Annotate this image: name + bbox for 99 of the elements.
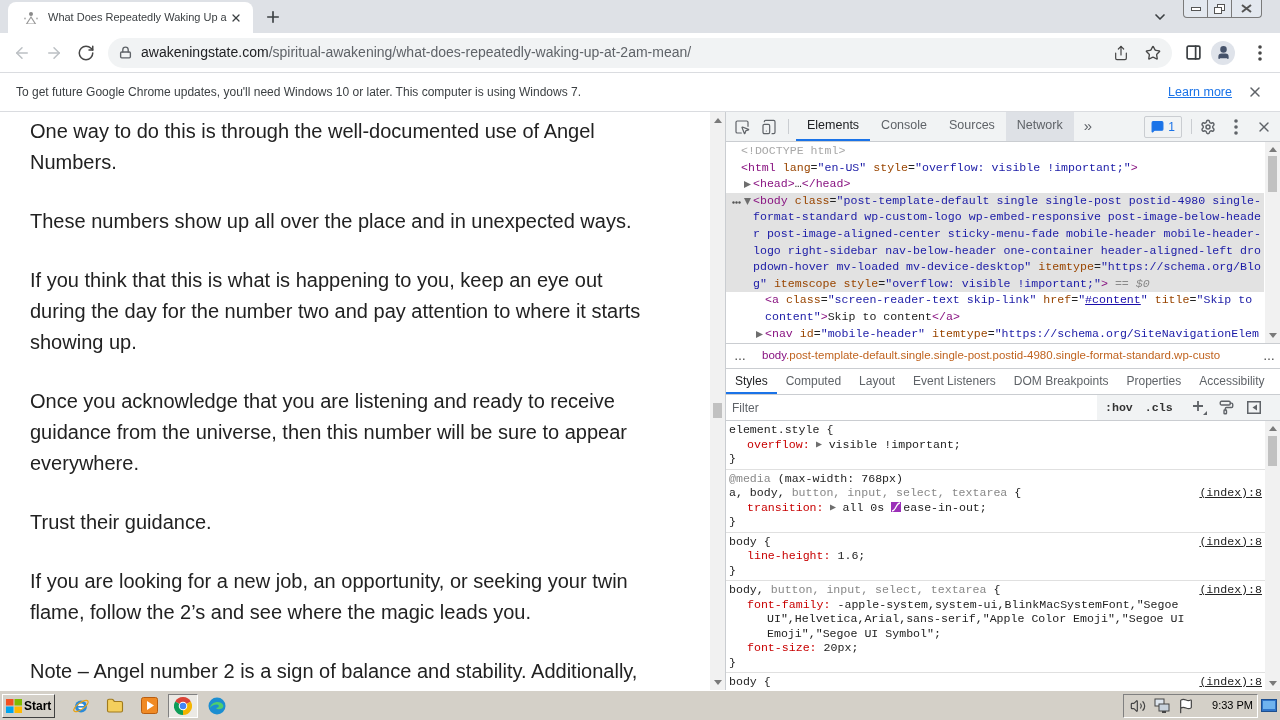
- desktop-icon: [1261, 699, 1277, 712]
- scrollbar-thumb[interactable]: [713, 403, 722, 418]
- css-declaration[interactable]: line-height: 1.6;: [729, 549, 1262, 564]
- expand-triangle-icon: [815, 440, 822, 448]
- close-icon: [1241, 4, 1252, 13]
- devtools-tab[interactable]: Console: [870, 112, 938, 141]
- person-silhouette-icon: [1215, 45, 1231, 60]
- more-tabs-button[interactable]: »: [1077, 112, 1099, 141]
- close-window-button[interactable]: [1232, 0, 1262, 18]
- browser-tab[interactable]: What Does Repeatedly Waking Up a: [8, 2, 253, 33]
- css-declaration[interactable]: font-family: -apple-system,system-ui,BlinkMacSystemFont,"Segoe UI",Helvetica,Arial,sans-serif,"Apple Color Emoji","Segoe UI Emoji","Segoe UI Symbol";: [729, 597, 1262, 641]
- scroll-up-arrow-icon: [1268, 147, 1277, 152]
- scroll-down-arrow-icon: [713, 680, 722, 685]
- close-infobar-button[interactable]: [1247, 84, 1263, 100]
- scroll-down-arrow-icon: [1268, 681, 1277, 686]
- share-icon: [1113, 44, 1129, 61]
- scroll-down-arrow-icon: [1268, 333, 1277, 338]
- source-link[interactable]: (index):8: [1199, 534, 1262, 549]
- article-paragraph: Trust their guidance.: [30, 510, 213, 535]
- phone-tablet-icon: [761, 118, 777, 135]
- css-selector[interactable]: element.style {: [729, 423, 834, 438]
- scroll-up-arrow-icon: [713, 118, 722, 123]
- css-selector[interactable]: body, button, input, select, textarea {: [729, 583, 1001, 598]
- play-tile-icon: [140, 697, 158, 714]
- closing-brace: }: [729, 452, 736, 467]
- issues-button[interactable]: 1: [1144, 115, 1182, 138]
- breadcrumb-scroll-button[interactable]: …: [1258, 344, 1280, 368]
- sidebar-tab[interactable]: Properties: [1117, 369, 1191, 394]
- expand-triangle-icon: [829, 503, 836, 511]
- sidebar-tab[interactable]: Event Listeners: [904, 369, 1005, 394]
- article-paragraph: If you are looking for a new job, an opportunity, or seeking your twin flame, follow the 2’s and see where the magic leads you.: [30, 569, 629, 625]
- article-paragraph: Note – Angel number 2 is a sign of balance and stability. Additionally,: [30, 659, 639, 684]
- lock-icon: [119, 46, 132, 59]
- easing-curve-swatch-icon[interactable]: [891, 501, 902, 512]
- settings-icon: [1200, 118, 1216, 135]
- source-link[interactable]: (index):8: [1199, 583, 1262, 598]
- devtools-tab[interactable]: Elements: [796, 112, 871, 141]
- scroll-up-arrow-icon: [1268, 426, 1277, 431]
- close-icon: [1247, 84, 1263, 100]
- window-flag-icon: [6, 698, 22, 713]
- restore-button[interactable]: [1208, 0, 1232, 18]
- restore-icon: [1214, 3, 1225, 14]
- speaker-icon[interactable]: [1130, 697, 1147, 714]
- paint-roller-icon: [1219, 400, 1235, 415]
- css-selector[interactable]: body {: [729, 675, 771, 690]
- devtools-tab[interactable]: Network: [1005, 112, 1074, 141]
- infobar-message: To get future Google Chrome updates, you'll need Windows 10 or later. This computer is using Windows 7.: [16, 84, 582, 101]
- filter-toggle-button[interactable]: .cls: [1140, 397, 1177, 418]
- browser-icon: [174, 696, 193, 715]
- address-bar[interactable]: awakeningstate.com/spiritual-awakening/what-does-repeatedly-waking-up-at-2am-mean/: [108, 37, 1172, 68]
- article-paragraph: Once you acknowledge that you are listening and ready to receive guidance from the universe, then this number will be sure to appear everywhere.: [30, 389, 628, 476]
- menu-icon: [1258, 44, 1262, 61]
- site-favicon-icon: [24, 11, 38, 24]
- devtools-tab[interactable]: Sources: [938, 112, 1006, 141]
- start-button[interactable]: Start: [2, 693, 56, 718]
- message-icon: [1151, 120, 1165, 133]
- breadcrumb-scroll-button[interactable]: …: [726, 344, 754, 368]
- article-paragraph: If you think that this is what is happening to you, keep an eye out during the day for the number two and pay attention to where it starts showing up.: [30, 268, 642, 355]
- flag-icon[interactable]: [1178, 697, 1195, 714]
- breadcrumb-item[interactable]: body.post-template-default.single.single-post.postid-4980.single-format-standard.wp-custo: [762, 347, 1221, 365]
- side-panel-icon: [1184, 44, 1202, 61]
- css-declaration[interactable]: transition: all 0s ease-in-out;: [729, 500, 1262, 515]
- href-link[interactable]: #content: [1085, 293, 1141, 307]
- star-icon: [1145, 44, 1161, 61]
- sidebar-tab[interactable]: Accessibility: [1190, 369, 1274, 394]
- minimize-icon: [1190, 6, 1201, 11]
- more-dots-icon[interactable]: [732, 200, 741, 204]
- closing-brace: }: [729, 655, 736, 670]
- panel-toggle-icon: [1246, 401, 1261, 414]
- sidebar-tab[interactable]: DOM Breakpoints: [1004, 369, 1118, 394]
- article-paragraph: One way to do this is through the well-documented use of Angel Numbers.: [30, 119, 596, 175]
- source-link[interactable]: (index):8: [1199, 675, 1262, 690]
- closing-brace: }: [729, 563, 736, 578]
- minimize-button[interactable]: [1183, 0, 1208, 18]
- learn-more-link[interactable]: Learn more: [1168, 82, 1232, 102]
- sidebar-tab[interactable]: Computed: [776, 369, 851, 394]
- media-query: @media (max-width: 768px): [729, 471, 903, 486]
- filter-field[interactable]: Filter: [726, 395, 1097, 420]
- source-link[interactable]: (index):8: [1199, 486, 1262, 501]
- filter-toggle-button[interactable]: :hov: [1101, 397, 1137, 418]
- closing-brace: }: [729, 515, 736, 530]
- sidebar-tab[interactable]: Layout: [850, 369, 905, 394]
- folder-icon: [106, 696, 125, 715]
- network-monitor-icon[interactable]: [1154, 697, 1171, 714]
- swirl-icon: [208, 696, 227, 715]
- css-declaration[interactable]: overflow: visible !important;: [729, 437, 1262, 452]
- scrollbar-thumb[interactable]: [1268, 156, 1277, 192]
- reload-icon: [77, 43, 95, 62]
- css-selector[interactable]: body {: [729, 534, 771, 549]
- taskbar-app-button[interactable]: [168, 693, 199, 718]
- article-paragraph: These numbers show up all over the place and in unexpected ways.: [30, 209, 633, 234]
- css-selector[interactable]: a, body, button, input, select, textarea {: [729, 486, 1022, 501]
- dom-node[interactable]: <body class="post-template-default single single-post postid-4980 single-format-standard wp-custom-logo wp-embed-responsive post-image-below-header post-image-aligned-center sticky-menu-fade mobile-header mobile-header-logo right-sidebar nav-below-header one-container header-aligned-left dropdown-hover mv-loaded mv-device-desktop" itemtype="https://schema.org/Blog" itemscope style="overflow: visible !important;"> == $0: [726, 192, 1265, 293]
- kebab-menu-icon: [1234, 118, 1238, 135]
- css-declaration[interactable]: font-size: 20px;: [729, 641, 1262, 656]
- profile-button[interactable]: [1211, 40, 1235, 65]
- scrollbar-thumb[interactable]: [1268, 436, 1277, 466]
- plus-icon: [1192, 400, 1208, 415]
- cursor-in-square-icon: [734, 118, 750, 135]
